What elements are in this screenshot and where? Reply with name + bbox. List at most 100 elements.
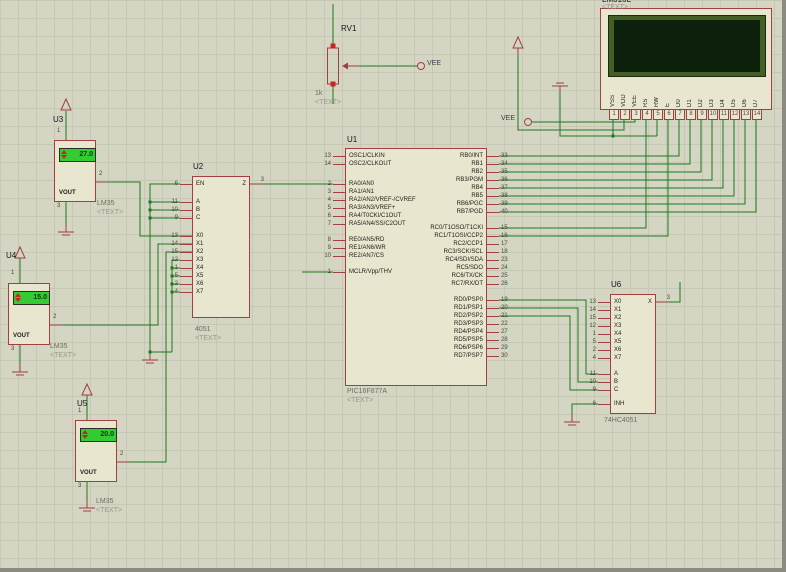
ground-symbol[interactable] xyxy=(564,414,580,426)
value-label-u2[interactable]: 4051 xyxy=(195,326,211,333)
chip-u1-pic16f877a[interactable]: 13 OSC1/CLKIN 14 OSC2/CLKOUT 2 RA0/AN0 3 RA1/AN… xyxy=(324,148,508,386)
pin-stub xyxy=(486,348,499,349)
ground-symbol[interactable] xyxy=(79,500,95,512)
pin-row: 27 RD4/PSP4 xyxy=(346,328,508,336)
lm35-sensor-u5[interactable]: 20.0 VOUT xyxy=(75,420,117,482)
ground-symbol[interactable] xyxy=(12,364,28,376)
ref-label-rv1[interactable]: RV1 xyxy=(341,24,356,33)
pin-stub xyxy=(598,390,611,391)
pin-number: 5 xyxy=(327,205,331,211)
power-arrow-icon[interactable] xyxy=(60,97,72,111)
decrease-temp-button[interactable] xyxy=(15,298,21,302)
chip-u2-4051[interactable]: 6 EN 11 A 10 B 9 C 13 X0 14 X1 15 X2 12 X3 1 X4 5 X5 2 X6 4 X7 … xyxy=(171,176,264,318)
pin-name: E xyxy=(665,102,671,107)
ref-label-u5[interactable]: U5 xyxy=(77,399,87,408)
pin-stub xyxy=(486,276,499,277)
lcd-pin: RS 4 xyxy=(641,79,652,120)
pin-stub xyxy=(180,244,193,245)
chip-u6-74hc4051[interactable]: 13 X0 14 X1 15 X2 12 X3 1 X4 5 X5 2 X6 4 X7 11 A 10 B 9 C 6 INH… xyxy=(589,294,670,414)
pin-row: 4 X7 xyxy=(593,354,655,362)
lcd-pin: D2 9 xyxy=(696,79,707,120)
wire-lcd-e[interactable] xyxy=(499,120,669,237)
decrease-temp-button[interactable] xyxy=(82,435,88,439)
temperature-display: 20.0 xyxy=(80,428,117,442)
lm35-sensor-u3[interactable]: 27.0 VOUT xyxy=(54,140,96,202)
pin-name: RC0/T1OSO/T1CKI xyxy=(430,225,483,231)
pin-name: A xyxy=(196,199,201,205)
increase-temp-button[interactable] xyxy=(15,293,21,297)
vee-terminal-label[interactable]: VEE xyxy=(427,60,441,67)
increase-temp-button[interactable] xyxy=(82,430,88,434)
pin-row: 14 X1 xyxy=(589,306,655,314)
temperature-display: 15.0 xyxy=(13,291,50,305)
vee-terminal[interactable] xyxy=(524,118,532,126)
pin-number: 3 xyxy=(666,295,670,301)
pin-row: 35 RB2 xyxy=(346,168,507,176)
pin-stub xyxy=(333,192,346,193)
pot-handle[interactable] xyxy=(330,81,336,87)
pin-name: X0 xyxy=(196,233,204,239)
ref-label-u4[interactable]: U4 xyxy=(6,251,16,260)
pin-number: 3 xyxy=(78,483,82,489)
power-arrow-icon[interactable] xyxy=(81,382,93,396)
pin-row: 28 RD5/PSP5 xyxy=(346,336,508,344)
lcd-module[interactable]: VSS 1 VDD 2 VEE 3 RS 4 RW 5 E 6 D0 7 D1 xyxy=(600,8,772,120)
potentiometer-rv1[interactable] xyxy=(327,43,359,87)
pin-row: 10 B xyxy=(589,378,655,386)
value-label-u5[interactable]: LM35 xyxy=(96,498,114,505)
wire-lcd-data-bus[interactable] xyxy=(499,120,757,213)
lcd-pin: D0 7 xyxy=(674,79,685,120)
power-arrow-icon[interactable] xyxy=(512,35,524,56)
pin-row: 34 RB1 xyxy=(346,160,507,168)
power-arrow-icon[interactable] xyxy=(14,245,26,259)
value-label-u6[interactable]: 74HC4051 xyxy=(604,417,637,424)
value-label-u1[interactable]: PIC16F877A xyxy=(347,388,387,395)
pin-stub xyxy=(486,212,499,213)
pin-number: 3 xyxy=(327,189,331,195)
pin-number: 19 xyxy=(501,297,508,303)
pin-name: D6 xyxy=(742,99,748,107)
pin-stub xyxy=(486,188,499,189)
ground-symbol[interactable] xyxy=(552,82,568,92)
ground-symbol[interactable] xyxy=(58,224,74,236)
pin-number: 8 xyxy=(327,237,331,243)
pin-stub xyxy=(180,284,193,285)
lcd-pin: VDD 2 xyxy=(619,79,630,120)
pin-stub xyxy=(180,260,193,261)
value-label-u4[interactable]: LM35 xyxy=(50,343,68,350)
pin-name: EN xyxy=(196,181,205,187)
decrease-temp-button[interactable] xyxy=(61,155,67,159)
vee-terminal[interactable] xyxy=(417,62,425,70)
ref-label-u2[interactable]: U2 xyxy=(193,162,203,171)
wire-lcd-vee[interactable] xyxy=(532,120,636,123)
pin-number: 11 xyxy=(589,371,596,377)
value-label-u3[interactable]: LM35 xyxy=(97,200,115,207)
value-label-rv1[interactable]: 1k xyxy=(315,90,322,97)
wire-rv1[interactable] xyxy=(332,4,417,104)
pin-row: 15 X2 xyxy=(171,248,249,256)
pin-stub xyxy=(486,284,499,285)
ref-label-u1[interactable]: U1 xyxy=(347,135,357,144)
pin-stub xyxy=(598,382,611,383)
pin-stub xyxy=(180,236,193,237)
vout-label: VOUT xyxy=(80,470,97,476)
pin-number: 14 xyxy=(171,241,178,247)
pin-number: 10 xyxy=(708,109,718,120)
pin-number: 10 xyxy=(171,207,178,213)
pot-handle[interactable] xyxy=(330,43,336,49)
increase-temp-button[interactable] xyxy=(61,150,67,154)
ground-symbol[interactable] xyxy=(142,352,158,364)
pin-name: RD6/PSP6 xyxy=(453,345,483,351)
schematic-canvas[interactable]: 13 OSC1/CLKIN 14 OSC2/CLKOUT 2 RA0/AN0 3 RA1/AN… xyxy=(0,0,786,572)
vee-terminal-label[interactable]: VEE xyxy=(501,115,515,122)
pin-number: 35 xyxy=(501,169,508,175)
pin-name: RB4 xyxy=(471,185,483,191)
lm35-sensor-u4[interactable]: 15.0 VOUT xyxy=(8,283,50,345)
pin-stub xyxy=(598,358,611,359)
lcd-pin: D7 14 xyxy=(751,79,762,120)
pin-stub xyxy=(333,272,346,273)
ref-label-u3[interactable]: U3 xyxy=(53,115,63,124)
ref-label-u6[interactable]: U6 xyxy=(611,280,621,289)
pin-number: 4 xyxy=(642,109,652,120)
pin-name: INH xyxy=(614,401,625,407)
